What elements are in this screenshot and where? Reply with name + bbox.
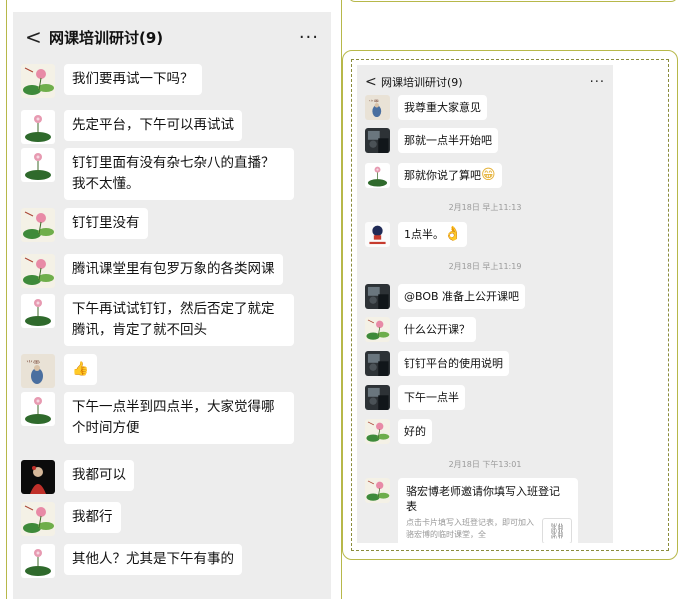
message-bubble[interactable]: 钉钉里没有: [64, 208, 148, 239]
message-row: 其他人？尤其是下午有事的: [13, 544, 242, 578]
message-bubble[interactable]: 下午再试试钉钉，然后否定了就定腾讯，肯定了就不回头: [64, 294, 294, 346]
avatar[interactable]: ⺌⻗: [365, 95, 390, 120]
message-row: 我都可以: [13, 460, 134, 494]
timestamp: 2月18日 早上11:19: [448, 262, 522, 271]
message-text: 什么公开课？: [404, 323, 470, 336]
avatar[interactable]: [21, 148, 55, 182]
message-bubble[interactable]: 钉钉平台的使用说明: [398, 351, 509, 376]
message-bubble[interactable]: 那就你说了算吧😁: [398, 163, 502, 188]
message-row: 钉钉里面有没有杂七杂八的直播？我不太懂。: [13, 148, 294, 200]
avatar[interactable]: [21, 502, 55, 536]
message-row: 下午一点半: [357, 385, 465, 410]
message-row: 1点半。👌: [357, 222, 468, 247]
back-arrow-icon[interactable]: <: [25, 25, 49, 49]
message-text: @BOB 准备上公开课吧: [404, 290, 520, 303]
message-bubble[interactable]: 钉钉里面有没有杂七杂八的直播？我不太懂。: [64, 148, 294, 200]
message-bubble[interactable]: 1点半。👌: [398, 222, 468, 247]
message-row: 腾讯课堂里有包罗万象的各类网课: [13, 254, 283, 288]
registration-form-card[interactable]: 骆宏博老师邀请你填写入班登记表点击卡片填写入班登记表，即可加入骆宏博的临时课堂，…: [398, 478, 578, 543]
avatar[interactable]: [365, 385, 390, 410]
message-bubble[interactable]: 我们要再试一下吗？: [64, 64, 202, 95]
top-right-frame-edge: [348, 0, 678, 2]
message-row: 钉钉里没有: [13, 208, 148, 242]
message-bubble[interactable]: 腾讯课堂里有包罗万象的各类网课: [64, 254, 283, 285]
avatar[interactable]: [21, 294, 55, 328]
avatar[interactable]: [365, 128, 390, 153]
emoji-icon: 👌: [444, 226, 462, 242]
avatar[interactable]: [21, 460, 55, 494]
avatar[interactable]: [365, 317, 390, 342]
message-row: 我都行: [13, 502, 121, 536]
message-row: ⺌⻗ 我尊重大家意见: [357, 95, 487, 120]
message-row: 先定平台，下午可以再试试: [13, 110, 242, 144]
message-bubble[interactable]: 我尊重大家意见: [398, 95, 487, 120]
message-row: 好的: [357, 419, 432, 444]
message-bubble[interactable]: 👍: [64, 354, 97, 385]
chat-title: 网课培训研讨(9): [381, 76, 463, 89]
back-arrow-icon[interactable]: <: [365, 74, 381, 90]
timestamp: 2月18日 早上11:13: [448, 203, 522, 212]
message-bubble[interactable]: 其他人？尤其是下午有事的: [64, 544, 242, 575]
message-bubble[interactable]: 我都行: [64, 502, 121, 533]
avatar[interactable]: [365, 478, 390, 503]
avatar[interactable]: [365, 419, 390, 444]
avatar[interactable]: [365, 163, 390, 188]
message-row: 下午再试试钉钉，然后否定了就定腾讯，肯定了就不回头: [13, 294, 294, 346]
card-message-row: 骆宏博老师邀请你填写入班登记表点击卡片填写入班登记表，即可加入骆宏博的临时课堂，…: [357, 478, 578, 543]
message-bubble[interactable]: 什么公开课？: [398, 317, 476, 342]
chat-header: < 网课培训研讨(9) ···: [13, 12, 331, 62]
emoji-icon: 😁: [481, 167, 496, 183]
avatar[interactable]: ⺌⻗: [21, 354, 55, 388]
message-text: 钉钉平台的使用说明: [404, 357, 503, 370]
message-bubble[interactable]: 下午一点半到四点半，大家觉得哪个时间方便: [64, 392, 294, 444]
chat-header: < 网课培训研讨(9) ···: [357, 65, 613, 99]
left-chat-screen: < 网课培训研讨(9) ··· 我们要再试一下吗？ 先定平台，下午可以再试试 钉钉里…: [13, 12, 331, 599]
message-text: 好的: [404, 425, 426, 438]
message-bubble[interactable]: 我都可以: [64, 460, 134, 491]
message-bubble[interactable]: 那就一点半开始吧: [398, 128, 498, 153]
more-options-icon[interactable]: ···: [590, 75, 605, 90]
message-row: 下午一点半到四点半，大家觉得哪个时间方便: [13, 392, 294, 444]
avatar[interactable]: [21, 544, 55, 578]
message-row: 什么公开课？: [357, 317, 476, 342]
message-row: 那就一点半开始吧: [357, 128, 498, 153]
message-text: 那就你说了算吧: [404, 169, 481, 182]
message-bubble[interactable]: 下午一点半: [398, 385, 465, 410]
right-chat-screen: < 网课培训研讨(9) ··· ⺌⻗ 我尊重大家意见 那就一点半开始吧 那就你说了算吧…: [357, 65, 613, 543]
message-bubble[interactable]: 好的: [398, 419, 432, 444]
message-text: 我尊重大家意见: [404, 101, 481, 114]
avatar[interactable]: [21, 208, 55, 242]
message-row: 那就你说了算吧😁: [357, 163, 502, 188]
link-icon: ⛓: [542, 518, 572, 543]
timestamp: 2月18日 下午13:01: [448, 460, 522, 469]
message-row: @BOB 准备上公开课吧: [357, 284, 526, 309]
message-bubble[interactable]: @BOB 准备上公开课吧: [398, 284, 526, 309]
avatar[interactable]: [365, 351, 390, 376]
message-text: 下午一点半: [404, 391, 459, 404]
message-text: 1点半。: [404, 228, 444, 241]
avatar[interactable]: [365, 222, 390, 247]
card-title: 骆宏博老师邀请你填写入班登记表: [406, 485, 560, 513]
message-text: 那就一点半开始吧: [404, 134, 492, 147]
message-row: 我们要再试一下吗？: [13, 64, 202, 98]
avatar[interactable]: [21, 64, 55, 98]
chat-title: 网课培训研讨(9): [49, 28, 164, 47]
message-bubble[interactable]: 先定平台，下午可以再试试: [64, 110, 242, 141]
message-row: ⺌⻗ 👍: [13, 354, 97, 388]
avatar[interactable]: [21, 254, 55, 288]
avatar[interactable]: [365, 284, 390, 309]
more-options-icon[interactable]: ···: [299, 27, 319, 48]
message-row: 钉钉平台的使用说明: [357, 351, 509, 376]
card-description: 点击卡片填写入班登记表，即可加入骆宏博的临时课堂，全: [406, 518, 534, 539]
avatar[interactable]: [21, 110, 55, 144]
avatar[interactable]: [21, 392, 55, 426]
